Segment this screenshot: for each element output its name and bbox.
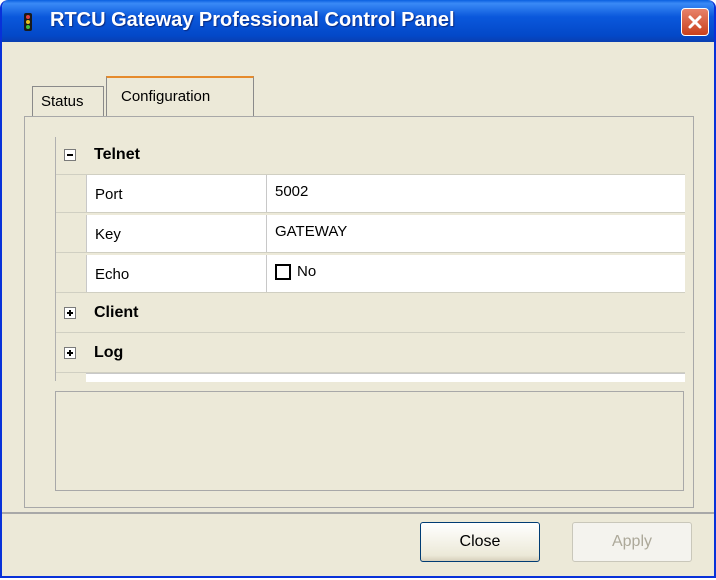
echo-checkbox[interactable]: [275, 264, 291, 281]
title-bar[interactable]: RTCU Gateway Professional Control Panel: [2, 0, 714, 42]
expand-icon[interactable]: [64, 347, 76, 359]
property-row[interactable]: Key GATEWAY: [56, 215, 685, 253]
expand-icon[interactable]: [64, 307, 76, 319]
category-label: Telnet: [94, 146, 140, 163]
property-name: Port: [86, 175, 267, 212]
property-row[interactable]: Port 5002: [56, 175, 685, 213]
tab-status[interactable]: Status: [32, 86, 104, 118]
button-separator: [2, 512, 714, 514]
description-pane: [55, 391, 684, 491]
traffic-light-icon: [24, 13, 32, 31]
configuration-panel: Telnet Port 5002 Key GATEWAY Echo No Cli…: [24, 116, 694, 508]
close-icon: [688, 15, 702, 29]
control-panel-window: RTCU Gateway Professional Control Panel …: [0, 0, 716, 578]
grid-empty-area: [86, 373, 685, 382]
category-log[interactable]: Log: [56, 335, 685, 373]
echo-value[interactable]: No: [267, 255, 685, 292]
property-row[interactable]: Echo No: [56, 255, 685, 293]
key-value[interactable]: GATEWAY: [267, 215, 685, 252]
category-client[interactable]: Client: [56, 295, 685, 333]
port-value[interactable]: 5002: [267, 175, 685, 212]
tab-strip: Status Configuration: [2, 42, 714, 122]
close-button[interactable]: Close: [420, 522, 540, 562]
tab-configuration[interactable]: Configuration: [106, 76, 254, 120]
category-label: Client: [94, 304, 139, 321]
collapse-icon[interactable]: [64, 149, 76, 161]
apply-button[interactable]: Apply: [572, 522, 692, 562]
echo-value-text: No: [297, 263, 317, 280]
property-grid: Telnet Port 5002 Key GATEWAY Echo No Cli…: [55, 137, 685, 382]
category-label: Log: [94, 344, 124, 361]
window-close-button[interactable]: [681, 8, 709, 36]
property-name: Key: [86, 215, 267, 252]
category-telnet[interactable]: Telnet: [56, 137, 685, 175]
window-title: RTCU Gateway Professional Control Panel: [50, 9, 455, 31]
property-name: Echo: [86, 255, 267, 292]
